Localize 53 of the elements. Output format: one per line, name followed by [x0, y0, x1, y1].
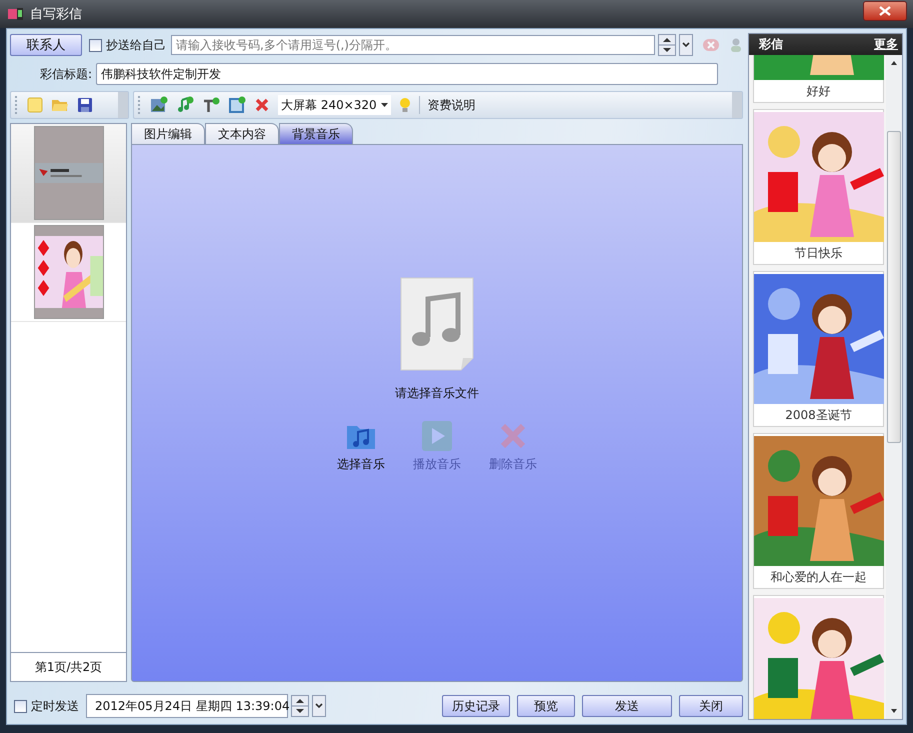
checkbox-label: 抄送给自己 — [106, 36, 166, 54]
app-icon — [8, 8, 24, 20]
slide-thumbnail[interactable] — [11, 124, 126, 223]
caret-icon — [682, 42, 690, 48]
caret-icon — [380, 102, 388, 108]
tab[interactable]: 图片编辑 — [131, 123, 205, 144]
save-icon[interactable] — [77, 97, 93, 113]
checkbox[interactable] — [14, 700, 27, 712]
add-frame-icon[interactable] — [228, 96, 246, 114]
window-title: 自写彩信 — [30, 6, 83, 23]
gallery-caption: 好好 — [806, 82, 830, 100]
screen-size-select[interactable]: 大屏幕 240×320 — [278, 95, 391, 115]
delete-icon[interactable] — [254, 97, 270, 113]
spin-buttons[interactable] — [658, 34, 676, 56]
gallery-caption: 2008圣诞节 — [785, 406, 852, 424]
dropdown-button[interactable] — [312, 695, 326, 717]
music-prompt: 请选择音乐文件 — [395, 385, 479, 402]
tab[interactable]: 背景音乐 — [279, 123, 353, 144]
gallery-item[interactable]: 2008圣诞节 — [753, 271, 884, 427]
close-button[interactable] — [863, 1, 907, 21]
fee-link[interactable]: 资费说明 — [428, 96, 476, 114]
gallery-item[interactable]: 好好 — [753, 55, 884, 103]
history-button[interactable]: 历史记录 — [442, 695, 510, 717]
add-text-icon[interactable] — [202, 96, 220, 114]
send-button[interactable]: 发送 — [582, 695, 672, 717]
gallery-title: 彩信 — [759, 36, 783, 53]
music-file-icon — [400, 277, 474, 371]
contacts-button[interactable]: 联系人 — [10, 34, 82, 56]
play-icon — [421, 420, 453, 452]
tab[interactable]: 文本内容 — [205, 123, 279, 144]
gallery-caption: 和心爱的人在一起 — [770, 568, 866, 586]
page-indicator: 第1页/共2页 — [34, 658, 104, 676]
caret-icon — [315, 703, 323, 709]
close-dialog-button[interactable]: 关闭 — [679, 695, 743, 717]
add-image-icon[interactable] — [150, 96, 168, 114]
gallery-caption: 节日快乐 — [794, 244, 842, 262]
spin-buttons[interactable] — [291, 695, 309, 717]
add-music-icon[interactable] — [176, 96, 194, 114]
close-icon — [879, 6, 891, 16]
gallery-item[interactable]: 节日快乐 — [753, 109, 884, 265]
recipient-field[interactable]: 请输入接收号码,多个请用逗号(,)分隔开。 — [171, 35, 655, 55]
subject-label: 彩信标题: — [38, 66, 92, 82]
more-link[interactable]: 更多 — [874, 36, 898, 53]
slide-thumbnail[interactable] — [11, 223, 126, 322]
dropdown-button[interactable] — [679, 34, 693, 56]
select-music-button[interactable]: 选择音乐 — [332, 420, 390, 473]
gallery-item[interactable]: 和心爱的人在一起 — [753, 433, 884, 589]
subject-field[interactable]: 伟鹏科技软件定制开发 — [96, 63, 718, 85]
checkbox-label: 定时发送 — [31, 698, 79, 714]
preview-button[interactable]: 预览 — [517, 695, 575, 717]
datetime-field[interactable]: 2012年05月24日 星期四 13:39:04 — [86, 694, 288, 718]
checkbox[interactable] — [89, 38, 102, 52]
scrollbar[interactable] — [886, 55, 902, 719]
